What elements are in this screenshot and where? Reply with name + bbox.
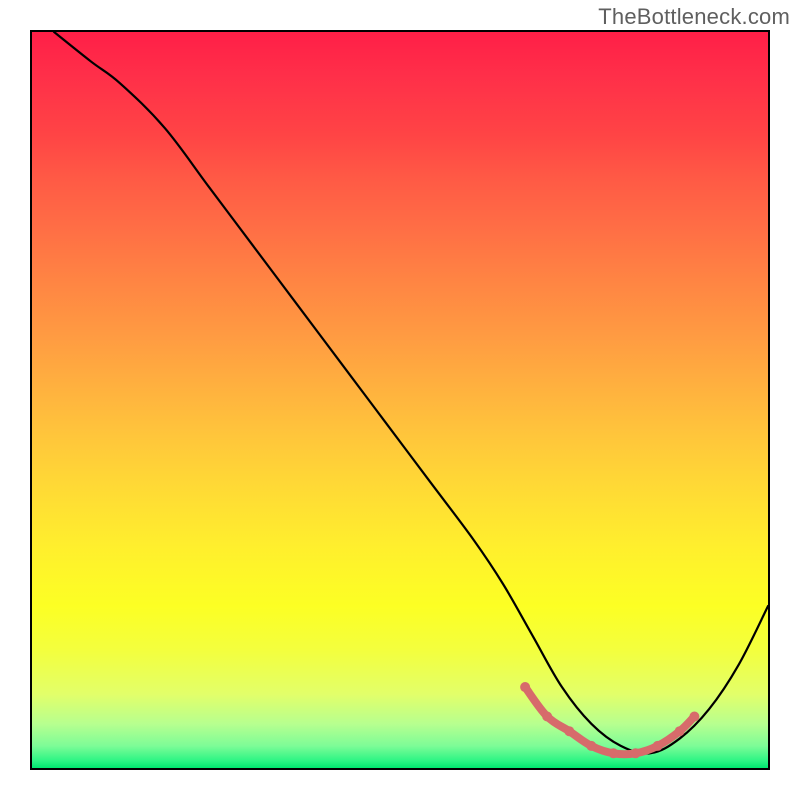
watermark-text: TheBottleneck.com xyxy=(598,4,790,30)
main-curve xyxy=(54,32,768,754)
trough-dot xyxy=(542,711,552,721)
trough-dot xyxy=(586,741,596,751)
plot-area xyxy=(30,30,770,770)
trough-dot xyxy=(675,726,685,736)
trough-dots xyxy=(520,682,699,758)
curve-layer xyxy=(32,32,768,768)
trough-dot xyxy=(689,711,699,721)
trough-dot xyxy=(520,682,530,692)
trough-dot xyxy=(631,748,641,758)
trough-highlight xyxy=(525,687,694,754)
trough-dot xyxy=(653,741,663,751)
trough-dot xyxy=(608,748,618,758)
trough-dot xyxy=(564,726,574,736)
chart-container: TheBottleneck.com xyxy=(0,0,800,800)
